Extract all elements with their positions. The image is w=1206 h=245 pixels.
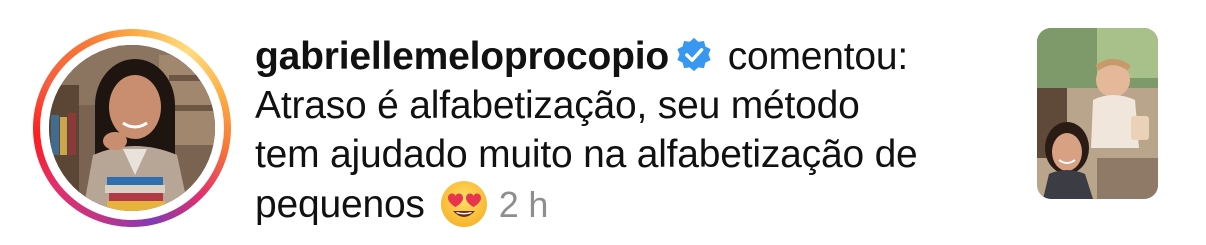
- avatar-photo: [49, 45, 215, 211]
- avatar-ring-gap: [40, 36, 224, 220]
- comment-notification[interactable]: gabriellemeloprocopio comentou: Atraso é…: [0, 0, 1206, 245]
- verified-badge-icon: [675, 36, 713, 74]
- action-text: comentou:: [727, 35, 909, 78]
- comment-line-3: pequenos: [255, 183, 425, 226]
- comment-line-3-container: pequenos 2 h: [255, 179, 1015, 229]
- comment-line-2: tem ajudado muito na alfabetização de: [255, 133, 918, 176]
- story-ring[interactable]: [33, 29, 231, 227]
- avatar[interactable]: [49, 45, 215, 211]
- timestamp: 2 h: [498, 184, 549, 225]
- heart-eyes-emoji-icon: [439, 179, 489, 229]
- comment-text-block: gabriellemeloprocopio comentou: Atraso é…: [255, 32, 1015, 229]
- comment-line-1: Atraso é alfabetização, seu método: [255, 84, 860, 127]
- post-thumbnail[interactable]: [1037, 28, 1158, 199]
- username-link[interactable]: gabriellemeloprocopio: [255, 35, 669, 78]
- post-thumbnail-image: [1037, 28, 1158, 199]
